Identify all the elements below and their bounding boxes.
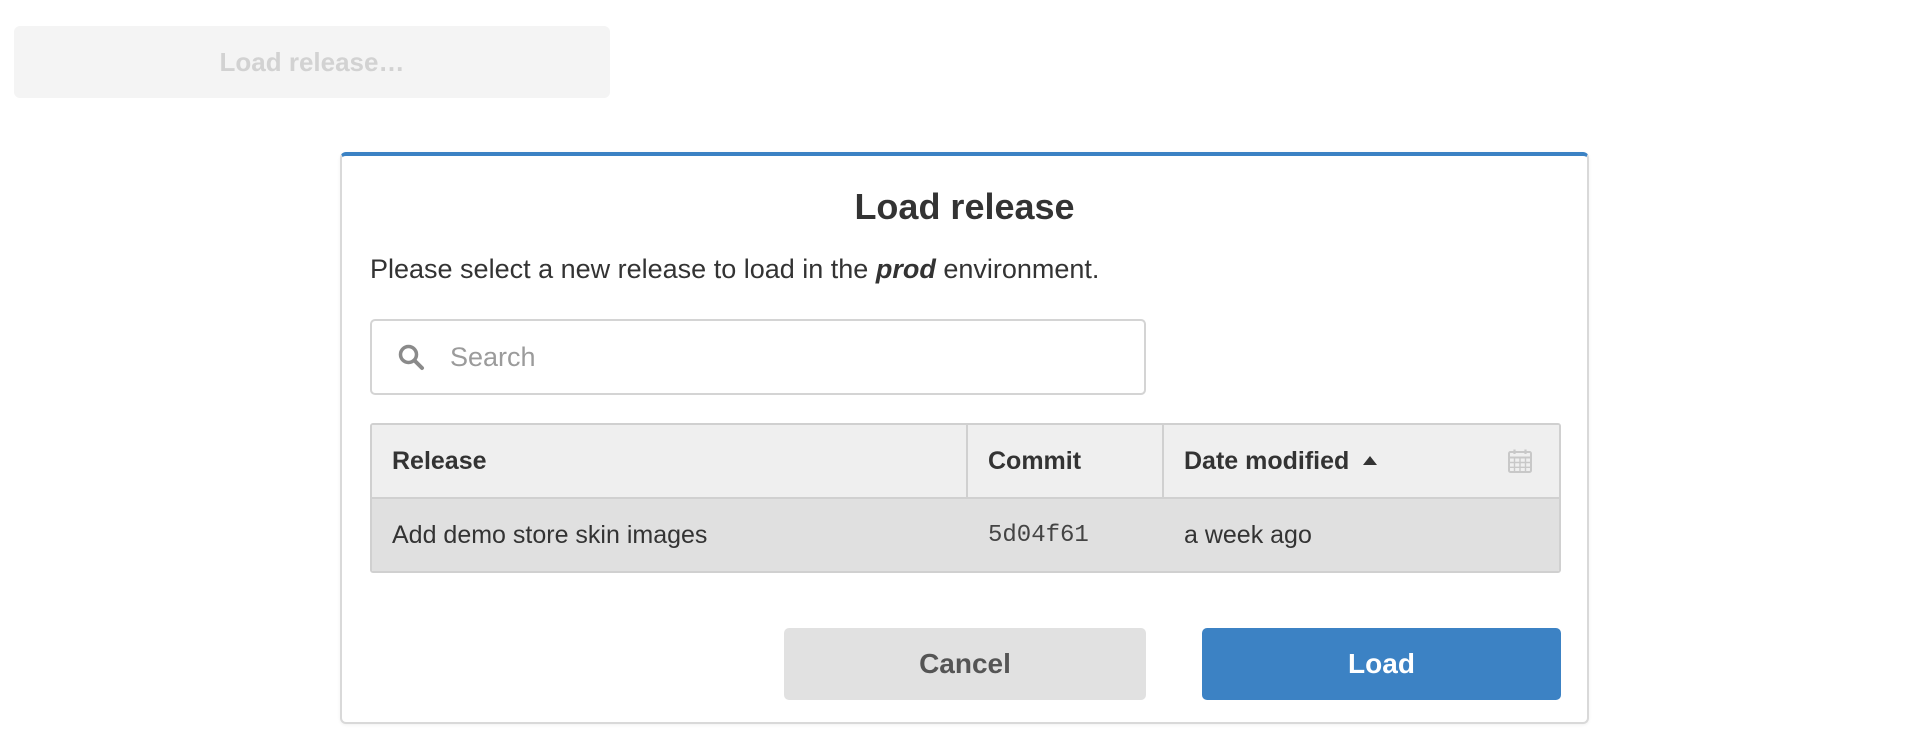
- dialog-title: Load release: [854, 186, 1075, 227]
- page: Load release… Load release Please select…: [0, 0, 1930, 740]
- column-header-label: Commit: [988, 446, 1082, 475]
- column-header-date-modified[interactable]: Date modified: [1164, 425, 1559, 497]
- table-header-row: Release Commit Date modified: [372, 425, 1559, 499]
- column-header-commit[interactable]: Commit: [968, 425, 1164, 497]
- load-release-dialog: Load release Please select a new release…: [340, 152, 1589, 724]
- releases-table: Release Commit Date modified Add demo st…: [370, 423, 1561, 573]
- sort-ascending-icon: [1363, 455, 1378, 465]
- search-icon: [396, 342, 426, 372]
- cancel-button[interactable]: Cancel: [784, 628, 1146, 700]
- description-suffix: environment.: [935, 254, 1100, 284]
- cell-commit: 5d04f61: [988, 521, 1089, 549]
- cell-release: Add demo store skin images: [392, 520, 708, 549]
- search-input[interactable]: [448, 331, 1102, 383]
- environment-name: prod: [875, 254, 936, 284]
- table-row[interactable]: Add demo store skin images 5d04f61 a wee…: [372, 499, 1559, 571]
- cell-date-modified: a week ago: [1184, 520, 1312, 549]
- search-box[interactable]: [370, 319, 1146, 395]
- load-release-trigger-button[interactable]: Load release…: [14, 26, 610, 98]
- column-header-label: Release: [392, 446, 487, 475]
- column-header-label: Date modified: [1184, 446, 1350, 475]
- description-prefix: Please select a new release to load in t…: [370, 254, 876, 284]
- column-header-release[interactable]: Release: [372, 425, 968, 497]
- load-button[interactable]: Load: [1202, 628, 1561, 700]
- calendar-icon[interactable]: [1507, 448, 1533, 474]
- dialog-description: Please select a new release to load in t…: [370, 254, 1099, 285]
